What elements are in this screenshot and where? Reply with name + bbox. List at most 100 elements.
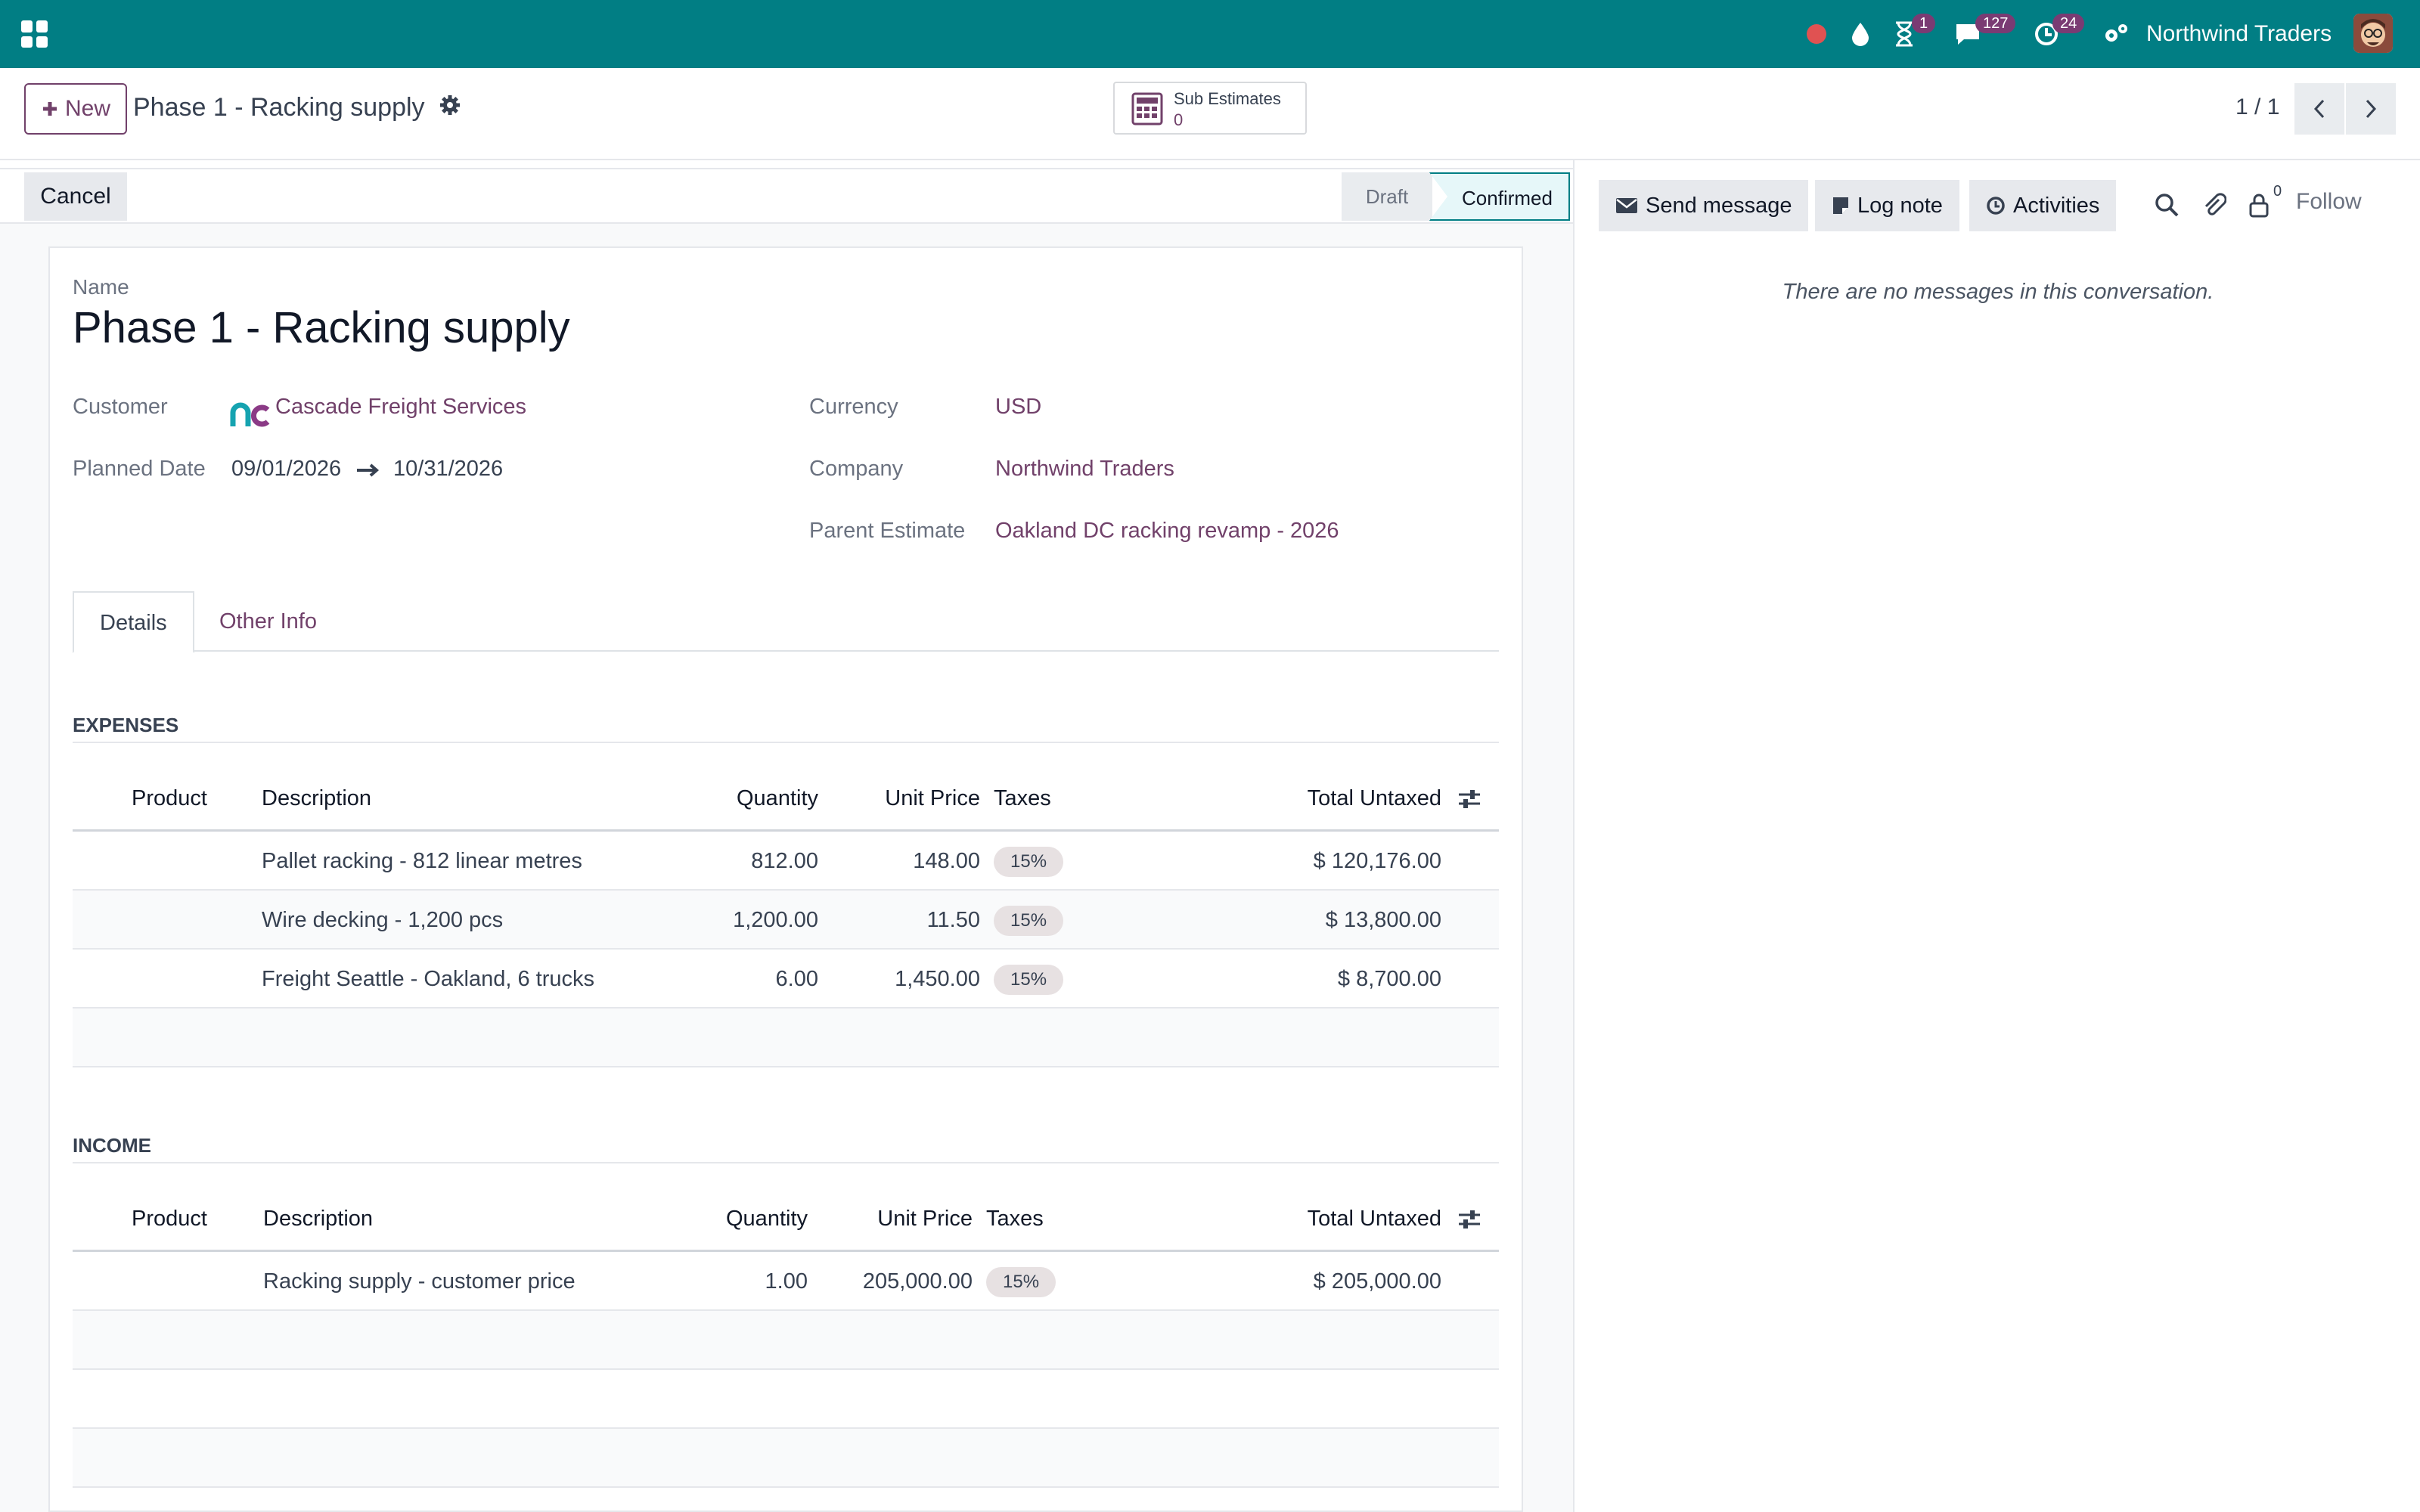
row-quantity: 812.00 — [751, 849, 818, 873]
lock-icon[interactable] — [2246, 192, 2272, 218]
expenses-table-header: Product Description Quantity Unit Price … — [73, 765, 1499, 832]
top-navbar: 1 127 24 Northwind Traders — [0, 0, 2420, 68]
messages-badge: 127 — [1975, 14, 2016, 33]
optional-columns-toggle-icon[interactable] — [1457, 1207, 1482, 1232]
record-status-icon[interactable] — [1801, 17, 1832, 51]
sub-estimates-label: Sub Estimates — [1174, 89, 1281, 108]
pager-previous-button[interactable] — [2294, 83, 2344, 135]
messages-icon[interactable]: 127 — [1950, 14, 2016, 51]
log-note-button[interactable]: Log note — [1815, 180, 1959, 231]
clock-icon[interactable]: 24 — [2031, 14, 2085, 51]
name-field[interactable]: Phase 1 - Racking supply — [73, 302, 570, 353]
chevron-right-icon — [2366, 99, 2377, 119]
pager-value[interactable]: 1 / 1 — [2235, 91, 2279, 124]
new-button-label: New — [64, 96, 110, 121]
col-total-untaxed[interactable]: Total Untaxed — [1207, 765, 1441, 832]
row-unit-price: 148.00 — [913, 849, 980, 873]
currency-field[interactable]: USD — [995, 395, 1041, 420]
table-row-empty[interactable] — [73, 1009, 1499, 1067]
table-row-empty[interactable] — [73, 1370, 1499, 1429]
planned-date-label: Planned Date — [73, 457, 206, 481]
row-description: Pallet racking - 812 linear metres — [262, 849, 582, 873]
planned-date-start[interactable]: 09/01/2026 — [231, 457, 341, 482]
parent-estimate-label: Parent Estimate — [809, 519, 966, 543]
notebook-tabs: Details Other Info — [73, 591, 1499, 653]
planned-date-end[interactable]: 10/31/2026 — [393, 457, 503, 482]
col-product[interactable]: Product — [132, 765, 207, 832]
tax-badge: 15% — [994, 906, 1064, 937]
company-field[interactable]: Northwind Traders — [995, 457, 1174, 482]
cancel-button[interactable]: Cancel — [24, 172, 127, 221]
follow-button[interactable]: Follow — [2296, 189, 2362, 215]
col-quantity[interactable]: Quantity — [685, 765, 818, 832]
row-quantity: 6.00 — [775, 967, 818, 991]
activities-label: Activities — [2013, 193, 2100, 218]
note-icon — [1833, 197, 1848, 214]
company-switcher[interactable]: Northwind Traders — [2146, 17, 2332, 51]
col-product[interactable]: Product — [132, 1185, 207, 1252]
send-message-button[interactable]: Send message — [1599, 180, 1809, 231]
user-avatar[interactable] — [2353, 14, 2393, 53]
row-description: Freight Seattle - Oakland, 6 trucks — [262, 967, 595, 991]
activity-badge: 1 — [1912, 14, 1936, 33]
col-unit-price[interactable]: Unit Price — [821, 1185, 973, 1252]
company-label: Company — [809, 457, 904, 481]
col-description[interactable]: Description — [263, 1185, 373, 1252]
calculator-icon — [1131, 92, 1163, 125]
envelope-icon — [1616, 198, 1637, 213]
empty-conversation-message: There are no messages in this conversati… — [1782, 280, 2214, 304]
sub-estimates-button[interactable]: Sub Estimates 0 — [1113, 82, 1307, 135]
tab-other-info[interactable]: Other Info — [194, 591, 343, 653]
col-total-untaxed[interactable]: Total Untaxed — [1207, 1185, 1441, 1252]
row-description: Racking supply - customer price — [263, 1269, 576, 1294]
col-taxes[interactable]: Taxes — [994, 765, 1051, 832]
income-table-header: Product Description Quantity Unit Price … — [73, 1185, 1499, 1252]
col-quantity[interactable]: Quantity — [678, 1185, 808, 1252]
activity-hourglass-icon[interactable]: 1 — [1889, 14, 1936, 51]
activities-button[interactable]: Activities — [1969, 180, 2117, 231]
gear-icon[interactable] — [439, 94, 461, 116]
tax-badge: 15% — [994, 965, 1064, 996]
table-row[interactable]: Pallet racking - 812 linear metres 812.0… — [73, 832, 1499, 891]
table-row-empty[interactable] — [73, 1311, 1499, 1370]
row-total: $ 8,700.00 — [1337, 967, 1441, 991]
settings-gears-icon[interactable] — [2101, 17, 2131, 51]
clock-badge: 24 — [2052, 14, 2085, 33]
optional-columns-toggle-icon[interactable] — [1457, 786, 1482, 812]
col-unit-price[interactable]: Unit Price — [829, 765, 980, 832]
expenses-table: Product Description Quantity Unit Price … — [73, 765, 1499, 1067]
paperclip-icon[interactable] — [2201, 192, 2226, 218]
table-row-empty[interactable] — [73, 1429, 1499, 1488]
customer-field[interactable]: Cascade Freight Services — [275, 395, 526, 420]
income-section-title: INCOME — [73, 1134, 1499, 1163]
table-row[interactable]: Freight Seattle - Oakland, 6 trucks 6.00… — [73, 950, 1499, 1009]
customer-logo-icon — [230, 402, 270, 427]
tab-details[interactable]: Details — [73, 591, 194, 653]
row-total: $ 13,800.00 — [1325, 908, 1441, 932]
row-total: $ 205,000.00 — [1313, 1269, 1441, 1294]
tax-badge: 15% — [986, 1267, 1056, 1298]
col-taxes[interactable]: Taxes — [986, 1185, 1044, 1252]
new-button[interactable]: New — [24, 83, 127, 135]
stage-confirmed[interactable]: Confirmed — [1429, 172, 1570, 221]
search-icon[interactable] — [2154, 192, 2180, 218]
row-unit-price: 11.50 — [926, 908, 980, 932]
currency-label: Currency — [809, 395, 898, 419]
col-description[interactable]: Description — [262, 765, 371, 832]
drop-icon[interactable] — [1845, 17, 1876, 51]
chevron-left-icon — [2313, 99, 2325, 119]
table-row[interactable]: Wire decking - 1,200 pcs 1,200.00 11.50 … — [73, 891, 1499, 950]
control-panel: New Phase 1 - Racking supply Sub Estimat… — [0, 68, 2420, 160]
tax-badge: 15% — [994, 847, 1064, 878]
apps-menu-icon[interactable] — [21, 20, 48, 48]
table-row[interactable]: Racking supply - customer price 1.00 205… — [73, 1252, 1499, 1311]
row-quantity: 1.00 — [765, 1269, 808, 1294]
pager-next-button[interactable] — [2346, 83, 2396, 135]
parent-estimate-field[interactable]: Oakland DC racking revamp - 2026 — [995, 519, 1339, 544]
stage-draft[interactable]: Draft — [1342, 172, 1432, 221]
clock-icon — [1987, 197, 2005, 215]
row-quantity: 1,200.00 — [733, 908, 818, 932]
sub-estimates-count: 0 — [1174, 110, 1184, 129]
row-total: $ 120,176.00 — [1313, 849, 1441, 873]
breadcrumb-title: Phase 1 - Racking supply — [133, 93, 425, 122]
